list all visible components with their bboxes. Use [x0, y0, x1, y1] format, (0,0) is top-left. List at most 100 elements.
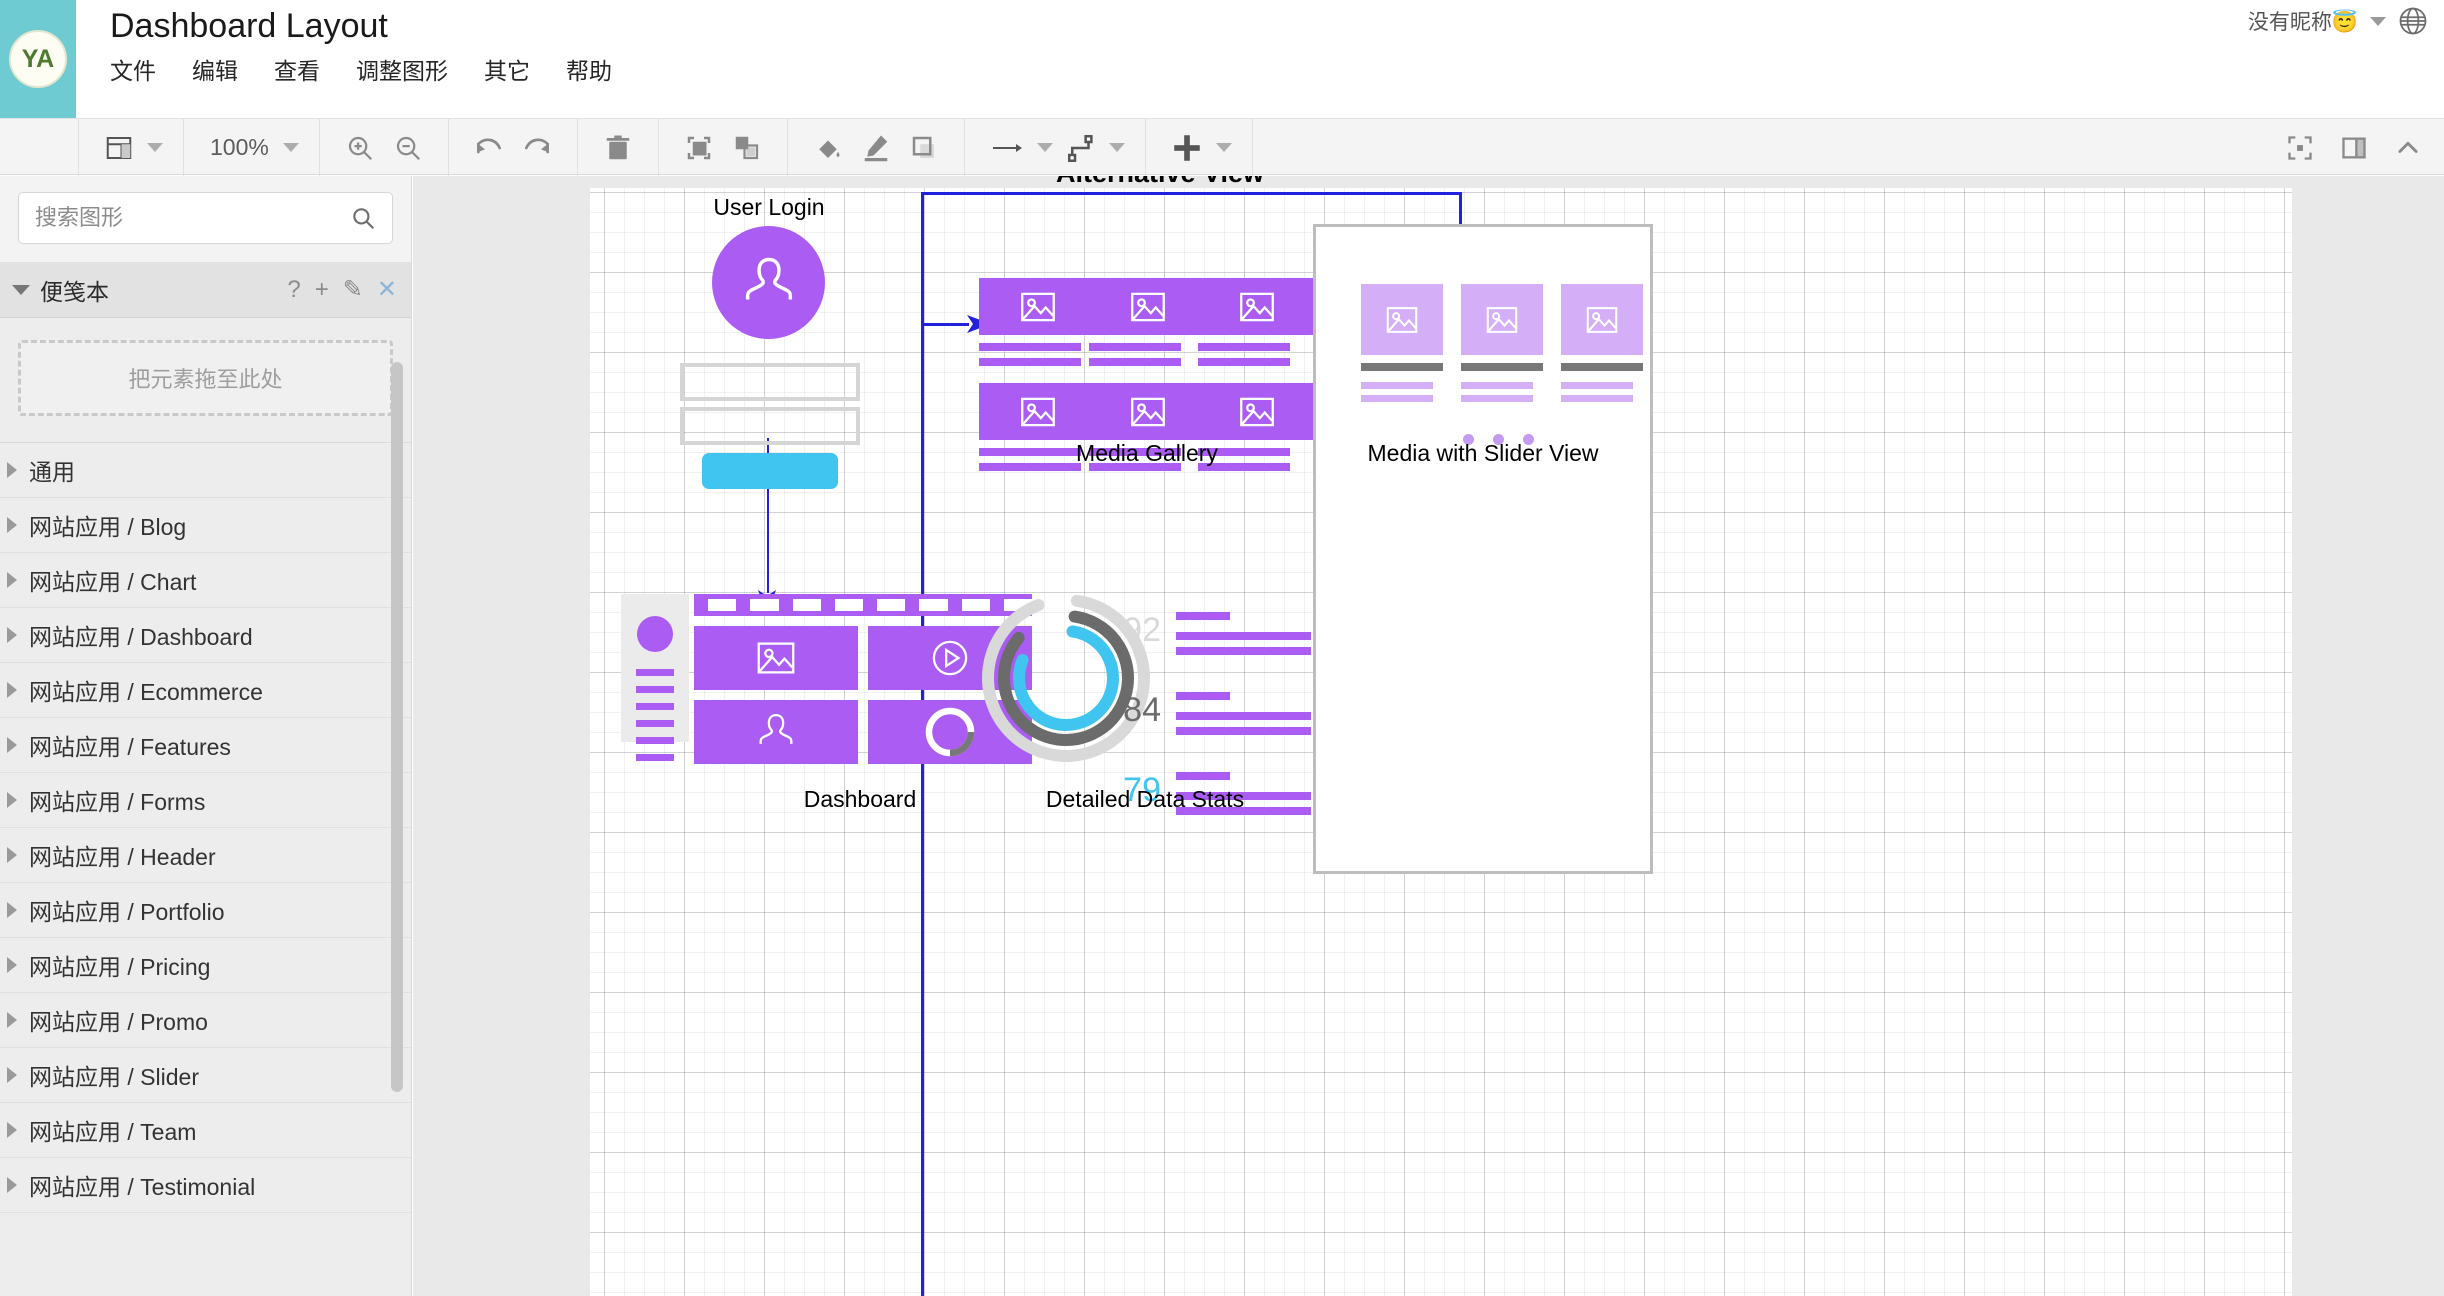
chevron-right-icon[interactable] — [7, 682, 17, 698]
toolbar-group-insert — [1146, 119, 1253, 176]
dashboard-tile-image[interactable] — [694, 626, 858, 690]
shape-category-row[interactable]: 通用 — [0, 443, 411, 498]
trash-icon[interactable] — [596, 126, 640, 170]
chevron-up-icon[interactable] — [2386, 126, 2430, 170]
chevron-right-icon[interactable] — [7, 462, 17, 478]
chevron-right-icon[interactable] — [7, 792, 17, 808]
gallery-card-image[interactable] — [1089, 383, 1206, 440]
chevron-right-icon[interactable] — [7, 737, 17, 753]
shape-category-row[interactable]: 网站应用 / Slider — [0, 1048, 411, 1103]
gallery-card-image[interactable] — [979, 383, 1096, 440]
slider-card-image[interactable] — [1361, 284, 1443, 355]
menu-file[interactable]: 文件 — [110, 56, 156, 86]
chevron-right-icon[interactable] — [7, 1067, 17, 1083]
send-to-back-icon[interactable] — [725, 126, 769, 170]
chevron-right-icon[interactable] — [7, 902, 17, 918]
dashboard-menu-line — [636, 703, 674, 710]
chevron-right-icon[interactable] — [7, 517, 17, 533]
zoom-in-icon[interactable] — [338, 126, 382, 170]
fullscreen-icon[interactable] — [2278, 126, 2322, 170]
plus-icon[interactable] — [1164, 126, 1210, 170]
help-icon[interactable]: ? — [287, 277, 300, 302]
chevron-right-icon[interactable] — [7, 572, 17, 588]
slider-card-image[interactable] — [1561, 284, 1643, 355]
shape-category-row[interactable]: 网站应用 / Blog — [0, 498, 411, 553]
slider-card-image[interactable] — [1461, 284, 1543, 355]
dashboard-tile-user[interactable] — [694, 700, 858, 764]
chevron-down-icon[interactable] — [2370, 16, 2386, 26]
diagram-canvas[interactable]: Alternative View User Login — [413, 176, 2444, 1296]
chevron-right-icon[interactable] — [7, 1012, 17, 1028]
chevron-down-icon[interactable] — [12, 284, 30, 295]
arrow-style-icon[interactable] — [983, 126, 1031, 170]
account-name[interactable]: 没有昵称😇 — [2248, 6, 2358, 36]
redo-icon[interactable] — [515, 126, 559, 170]
connector-top-horizontal[interactable] — [921, 192, 1461, 195]
sidebar-scrollbar[interactable] — [391, 362, 403, 1092]
waypoint-style-caret-icon[interactable] — [1108, 143, 1125, 152]
chevron-right-icon[interactable] — [7, 1122, 17, 1138]
zoom-caret-icon[interactable] — [282, 143, 299, 152]
shape-category-label: 网站应用 / Chart — [29, 569, 197, 595]
shape-category-row[interactable]: 网站应用 / Team — [0, 1103, 411, 1158]
shadow-icon[interactable] — [902, 126, 946, 170]
chevron-right-icon[interactable] — [7, 847, 17, 863]
scratchpad-header[interactable]: 便笺本 ? + ✎ ✕ — [0, 262, 411, 318]
search-box[interactable] — [18, 192, 393, 244]
connector-branch-gallery[interactable] — [921, 323, 969, 326]
gallery-card-image[interactable] — [979, 278, 1096, 335]
chevron-right-icon[interactable] — [7, 627, 17, 643]
shape-category-row[interactable]: 网站应用 / Pricing — [0, 938, 411, 993]
scratchpad-dropzone[interactable]: 把元素拖至此处 — [18, 340, 393, 416]
shape-category-row[interactable]: 网站应用 / Portfolio — [0, 883, 411, 938]
close-icon[interactable]: ✕ — [377, 277, 397, 302]
waypoint-style-icon[interactable] — [1059, 126, 1103, 170]
shape-category-row[interactable]: 网站应用 / Promo — [0, 993, 411, 1048]
fill-color-icon[interactable] — [806, 126, 850, 170]
slider-text-line — [1361, 395, 1433, 402]
login-password-field[interactable] — [680, 407, 860, 445]
menu-arrange[interactable]: 调整图形 — [356, 56, 448, 86]
chevron-right-icon[interactable] — [7, 957, 17, 973]
arrow-style-caret-icon[interactable] — [1036, 143, 1053, 152]
shape-category-row[interactable]: 网站应用 / Header — [0, 828, 411, 883]
dashboard-sidebar[interactable] — [621, 594, 689, 761]
shape-category-row[interactable]: 网站应用 / Forms — [0, 773, 411, 828]
bring-to-front-icon[interactable] — [677, 126, 721, 170]
undo-icon[interactable] — [467, 126, 511, 170]
menu-help[interactable]: 帮助 — [566, 56, 612, 86]
format-panel-icon[interactable] — [2332, 126, 2376, 170]
login-submit-button[interactable] — [702, 453, 838, 489]
zoom-out-icon[interactable] — [386, 126, 430, 170]
chevron-right-icon[interactable] — [7, 1177, 17, 1193]
shape-category-row[interactable]: 网站应用 / Testimonial — [0, 1158, 411, 1213]
globe-icon[interactable] — [2398, 6, 2428, 36]
login-username-field[interactable] — [680, 363, 860, 401]
search-icon[interactable] — [350, 205, 376, 231]
add-icon[interactable]: + — [315, 277, 329, 302]
menu-extras[interactable]: 其它 — [484, 56, 530, 86]
shape-category-row[interactable]: 网站应用 / Dashboard — [0, 608, 411, 663]
gallery-card-image[interactable] — [1089, 278, 1206, 335]
edit-icon[interactable]: ✎ — [343, 277, 363, 302]
user-avatar-icon[interactable] — [712, 226, 825, 339]
stat-bar-short — [1176, 772, 1230, 780]
panel-layout-caret-icon[interactable] — [147, 143, 163, 152]
document-title[interactable]: Dashboard Layout — [110, 4, 2444, 48]
scratchpad-body: 把元素拖至此处 — [0, 318, 411, 443]
shape-category-row[interactable]: 网站应用 / Features — [0, 718, 411, 773]
shape-category-row[interactable]: 网站应用 / Ecommerce — [0, 663, 411, 718]
gallery-card-image[interactable] — [1198, 278, 1315, 335]
insert-caret-icon[interactable] — [1215, 143, 1232, 152]
zoom-level-label[interactable]: 100% — [202, 134, 277, 161]
app-logo[interactable]: YA — [0, 0, 76, 118]
menu-view[interactable]: 查看 — [274, 56, 320, 86]
panel-layout-icon[interactable] — [97, 126, 141, 170]
gallery-card-image[interactable] — [1198, 383, 1315, 440]
search-input[interactable] — [35, 205, 350, 231]
shapes-sidebar: 便笺本 ? + ✎ ✕ 把元素拖至此处 通用网站应用 / Blog 网站应用 / … — [0, 176, 412, 1296]
line-color-icon[interactable] — [854, 126, 898, 170]
menu-edit[interactable]: 编辑 — [192, 56, 238, 86]
canvas-page[interactable]: Alternative View User Login — [590, 176, 2292, 1296]
shape-category-row[interactable]: 网站应用 / Chart — [0, 553, 411, 608]
